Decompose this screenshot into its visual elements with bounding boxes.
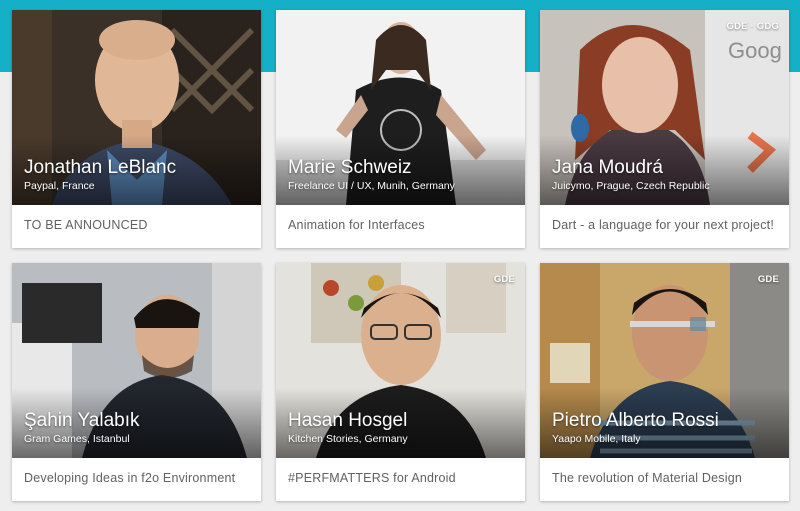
talk-title: The revolution of Material Design	[552, 471, 743, 485]
speaker-company: Gram Games, Istanbul	[24, 433, 130, 445]
talk-title: Developing Ideas in f2o Environment	[24, 471, 236, 485]
speaker-name: Jonathan LeBlanc	[24, 157, 177, 178]
speaker-name: Pietro Alberto Rossi	[552, 410, 719, 431]
speaker-card-marie-schweiz[interactable]: Marie Schweiz Freelance UI / UX, Munih, …	[276, 10, 525, 248]
speaker-photo: Şahin Yalabık Gram Games, Istanbul	[12, 263, 261, 458]
talk-title: #PERFMATTERS for Android	[288, 471, 456, 485]
speaker-card-jonathan-leblanc[interactable]: Jonathan LeBlanc Paypal, France TO BE AN…	[12, 10, 261, 248]
speaker-photo: Marie Schweiz Freelance UI / UX, Munih, …	[276, 10, 525, 205]
speaker-company: Juicymo, Prague, Czech Republic	[552, 180, 710, 192]
speaker-company: Freelance UI / UX, Munih, Germany	[288, 180, 455, 192]
speaker-company: Yaapo Mobile, Italy	[552, 433, 641, 445]
speaker-photo: Jonathan LeBlanc Paypal, France	[12, 10, 261, 205]
speaker-card-jana-moudra[interactable]: Goog GDE · GDG Jana Moudrá Juicymo, Prag…	[540, 10, 789, 248]
speaker-name: Hasan Hosgel	[288, 410, 408, 431]
speaker-name: Şahin Yalabık	[24, 410, 140, 431]
speaker-photo: GDE Hasan Hosgel Kitchen Stories, German…	[276, 263, 525, 458]
speaker-card-sahin-yalabik[interactable]: Şahin Yalabık Gram Games, Istanbul Devel…	[12, 263, 261, 501]
speaker-name: Marie Schweiz	[288, 157, 412, 178]
talk-title: Dart - a language for your next project!	[552, 218, 775, 232]
speaker-photo: Goog GDE · GDG Jana Moudrá Juicymo, Prag…	[540, 10, 789, 205]
speaker-badge: GDE	[493, 274, 515, 285]
speaker-badge: GDE	[757, 274, 779, 285]
speaker-company: Paypal, France	[24, 180, 95, 192]
svg-text:Goog: Goog	[728, 38, 782, 63]
speaker-card-hasan-hosgel[interactable]: GDE Hasan Hosgel Kitchen Stories, German…	[276, 263, 525, 501]
talk-title: TO BE ANNOUNCED	[24, 218, 148, 232]
speaker-card-pietro-alberto-rossi[interactable]: GDE Pietro Alberto Rossi Yaapo Mobile, I…	[540, 263, 789, 501]
speaker-name: Jana Moudrá	[552, 157, 663, 178]
speaker-company: Kitchen Stories, Germany	[288, 433, 408, 445]
speaker-badge: GDE · GDG	[726, 21, 779, 32]
talk-title: Animation for Interfaces	[288, 218, 425, 232]
speaker-photo: GDE Pietro Alberto Rossi Yaapo Mobile, I…	[540, 263, 789, 458]
